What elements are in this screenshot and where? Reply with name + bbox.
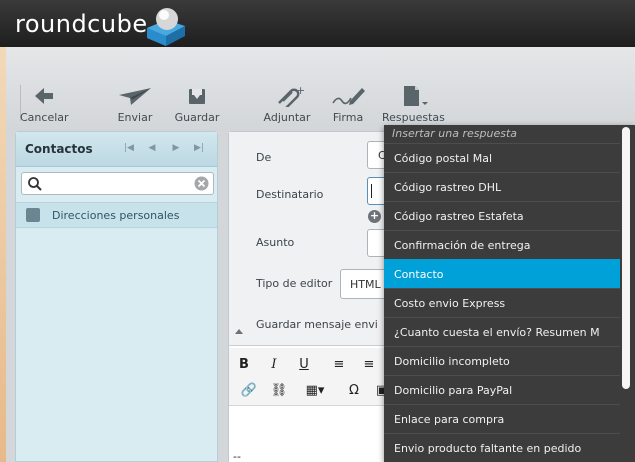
response-item[interactable]: ¿Cuanto cuesta el envío? Resumen M — [384, 317, 620, 346]
compose-toolbar: Cancelar Enviar Guardar + Adjuntar Firma — [6, 47, 635, 131]
save-sent-label: Guardar mensaje envi — [256, 318, 378, 331]
contacts-search-input[interactable] — [46, 175, 186, 192]
signature-label: Firma — [332, 111, 364, 124]
link-icon[interactable]: 🔗 — [240, 382, 258, 400]
editor-type-value: HTML — [350, 278, 381, 291]
clear-search-icon[interactable] — [194, 176, 209, 191]
contacts-search[interactable] — [21, 172, 214, 195]
response-item[interactable]: Código rastreo DHL — [384, 172, 620, 201]
previous-page-icon[interactable]: ◀ — [147, 143, 157, 153]
bold-icon[interactable]: B — [235, 356, 253, 374]
response-item[interactable]: Domicilio incompleto — [384, 346, 620, 375]
address-book-icon — [26, 208, 40, 222]
response-item[interactable]: Confirmación de entrega — [384, 230, 620, 259]
response-item[interactable]: Envio producto faltante en pedido — [384, 433, 620, 462]
text-cursor — [371, 184, 372, 198]
contacts-header: Contactos |◀ ◀ ▶ ▶| — [16, 132, 217, 167]
address-book-label: Direcciones personales — [52, 209, 180, 222]
align-left-icon[interactable]: ≡ — [330, 356, 348, 374]
save-label: Guardar — [174, 111, 220, 124]
document-dropdown-icon — [404, 86, 428, 106]
responses-label: Respuestas — [382, 111, 445, 124]
attach-label: Adjuntar — [263, 111, 311, 124]
align-center-icon[interactable]: ≡ — [360, 356, 378, 374]
contacts-title: Contactos — [25, 142, 93, 156]
responses-list: Código postal Mal Código rastreo DHL Códig… — [384, 143, 635, 462]
response-item[interactable]: Contacto — [384, 259, 620, 288]
paperclip-icon: + — [278, 85, 305, 107]
cancel-button[interactable]: Cancelar — [20, 85, 69, 124]
app-header: roundcube — [0, 0, 635, 47]
menu-scrollbar[interactable] — [622, 125, 633, 462]
send-label: Enviar — [117, 111, 153, 124]
response-item[interactable]: Domicilio para PayPal — [384, 375, 620, 404]
underline-icon[interactable]: U — [295, 356, 313, 374]
collapse-headers-icon[interactable] — [235, 329, 243, 334]
responses-menu-header: Insertar una respuesta — [392, 127, 518, 140]
table-icon[interactable]: ▦▾ — [301, 382, 329, 400]
roundcube-logo-icon — [147, 8, 185, 46]
response-item[interactable]: Código postal Mal — [384, 143, 620, 172]
editor-type-label: Tipo de editor — [256, 277, 333, 290]
send-button[interactable]: Enviar — [112, 85, 158, 124]
responses-menu: Insertar una respuesta Código postal Mal… — [384, 125, 635, 462]
search-icon — [28, 177, 42, 191]
subject-label: Asunto — [256, 236, 295, 249]
back-arrow-icon — [35, 88, 53, 104]
contacts-panel: Contactos |◀ ◀ ▶ ▶| Direcciones personal… — [15, 131, 218, 462]
responses-button[interactable]: Respuestas — [382, 85, 445, 124]
save-tray-icon — [189, 89, 205, 104]
add-header-icon[interactable]: + — [368, 210, 381, 223]
menu-scroll-thumb[interactable] — [622, 127, 630, 389]
last-page-icon[interactable]: ▶| — [194, 143, 204, 153]
italic-icon[interactable]: I — [265, 356, 283, 374]
unlink-icon[interactable]: ⛓ — [270, 382, 288, 400]
paper-plane-icon — [119, 88, 151, 105]
response-item[interactable]: Enlace para compra — [384, 404, 620, 433]
save-button[interactable]: Guardar — [174, 85, 220, 124]
cancel-label: Cancelar — [20, 111, 69, 124]
next-page-icon[interactable]: ▶ — [171, 143, 181, 153]
to-label: Destinatario — [256, 188, 324, 201]
signature-button[interactable]: Firma — [328, 85, 368, 124]
app-logo-text: roundcube — [15, 10, 148, 38]
response-item[interactable]: Costo envio Express — [384, 288, 620, 317]
pen-signature-icon — [332, 88, 365, 105]
signature-separator: -- — [233, 450, 241, 462]
address-book-item[interactable]: Direcciones personales — [16, 202, 217, 228]
first-page-icon[interactable]: |◀ — [124, 143, 134, 153]
special-char-icon[interactable]: Ω — [345, 382, 363, 400]
attach-button[interactable]: + Adjuntar — [262, 85, 312, 124]
response-item[interactable]: Código rastreo Estafeta — [384, 201, 620, 230]
svg-text:+: + — [296, 85, 305, 97]
from-label: De — [256, 151, 272, 164]
